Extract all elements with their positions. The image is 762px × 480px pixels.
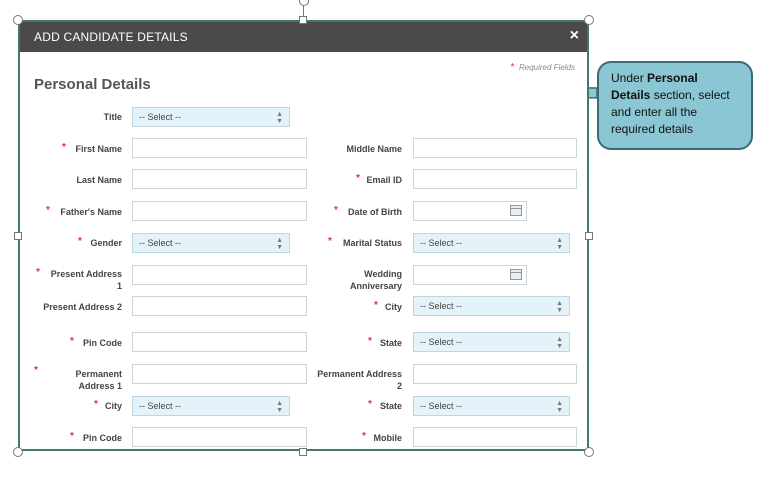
fathers-name-input[interactable] xyxy=(132,201,307,221)
required-marker: * xyxy=(94,399,98,410)
wedding-anniversary-label: Wedding Anniversary xyxy=(349,269,402,291)
first-name-label: * First Name xyxy=(62,142,122,154)
resize-handle-bottom[interactable] xyxy=(299,448,307,456)
required-marker: * xyxy=(368,336,372,347)
resize-handle-bottom-left[interactable] xyxy=(13,447,23,457)
resize-handle-top-left[interactable] xyxy=(13,15,23,25)
state2-label: * State xyxy=(368,399,402,411)
dob-label: * Date of Birth xyxy=(334,205,402,217)
rotate-handle[interactable] xyxy=(299,0,309,6)
required-marker: * xyxy=(36,267,40,278)
state1-select[interactable]: -- Select -- ▲ ▼ xyxy=(413,332,570,352)
present-address2-label: Present Address 2 xyxy=(43,302,122,312)
city2-select[interactable]: -- Select -- ▲ ▼ xyxy=(132,396,290,416)
required-marker: * xyxy=(34,365,38,376)
select-arrows-icon: ▲ ▼ xyxy=(556,400,563,414)
required-marker: * xyxy=(368,399,372,410)
select-arrows-icon: ▲ ▼ xyxy=(556,300,563,314)
instruction-callout: Under Personal Details section, select a… xyxy=(597,61,753,150)
close-icon[interactable]: × xyxy=(570,27,579,45)
present-address1-label: * Present Address 1 xyxy=(36,267,122,291)
required-marker: * xyxy=(62,142,66,153)
pin-code2-label: * Pin Code xyxy=(70,431,122,443)
resize-handle-right[interactable] xyxy=(585,232,593,240)
first-name-input[interactable] xyxy=(132,138,307,158)
last-name-input[interactable] xyxy=(132,169,307,189)
required-fields-text: Required Fields xyxy=(518,63,575,72)
state1-label: * State xyxy=(368,336,402,348)
wedding-anniversary-input[interactable] xyxy=(413,265,527,285)
email-input[interactable] xyxy=(413,169,577,189)
resize-handle-top-right[interactable] xyxy=(584,15,594,25)
email-label: * Email ID xyxy=(356,173,402,185)
title-select[interactable]: -- Select -- ▲ ▼ xyxy=(132,107,290,127)
resize-handle-bottom-right[interactable] xyxy=(584,447,594,457)
required-marker: * xyxy=(328,236,332,247)
state2-select[interactable]: -- Select -- ▲ ▼ xyxy=(413,396,570,416)
city1-select[interactable]: -- Select -- ▲ ▼ xyxy=(413,296,570,316)
permanent-address1-label: * Permanent Address 1 xyxy=(34,365,122,391)
city2-label: * City xyxy=(94,399,122,411)
select-arrows-icon: ▲ ▼ xyxy=(276,400,283,414)
section-title-personal-details: Personal Details xyxy=(34,76,151,93)
select-arrows-icon: ▲ ▼ xyxy=(556,336,563,350)
permanent-address2-input[interactable] xyxy=(413,364,577,384)
present-address2-input[interactable] xyxy=(132,296,307,316)
required-marker: * xyxy=(70,431,74,442)
present-address1-input[interactable] xyxy=(132,265,307,285)
resize-handle-top[interactable] xyxy=(299,16,307,24)
gender-label: * Gender xyxy=(78,236,122,248)
required-marker: * xyxy=(374,300,378,311)
mobile-input[interactable] xyxy=(413,427,577,447)
resize-handle-left[interactable] xyxy=(14,232,22,240)
gender-select[interactable]: -- Select -- ▲ ▼ xyxy=(132,233,290,253)
required-marker: * xyxy=(334,205,338,216)
dialog-title: ADD CANDIDATE DETAILS xyxy=(34,30,188,44)
marital-status-select[interactable]: -- Select -- ▲ ▼ xyxy=(413,233,570,253)
required-marker: * xyxy=(70,336,74,347)
pin-code2-input[interactable] xyxy=(132,427,307,447)
pin-code1-label: * Pin Code xyxy=(70,336,122,348)
select-arrows-icon: ▲ ▼ xyxy=(276,237,283,251)
mobile-label: * Mobile xyxy=(362,431,402,443)
title-label: Title xyxy=(103,112,122,122)
required-marker: * xyxy=(78,236,82,247)
last-name-label: Last Name xyxy=(76,175,122,185)
required-marker: * xyxy=(510,62,515,73)
middle-name-input[interactable] xyxy=(413,138,577,158)
required-marker: * xyxy=(356,173,360,184)
middle-name-label: Middle Name xyxy=(346,144,402,154)
required-marker: * xyxy=(362,431,366,442)
marital-status-label: * Marital Status xyxy=(328,236,402,248)
calendar-icon[interactable] xyxy=(510,205,522,216)
calendar-icon[interactable] xyxy=(510,269,522,280)
permanent-address2-label: Permanent Address 2 xyxy=(317,369,402,391)
pin-code1-input[interactable] xyxy=(132,332,307,352)
required-marker: * xyxy=(46,205,50,216)
dialog-titlebar: ADD CANDIDATE DETAILS × xyxy=(20,22,587,52)
dob-input[interactable] xyxy=(413,201,527,221)
fathers-name-label: * Father's Name xyxy=(46,205,122,217)
required-fields-note: * Required Fields xyxy=(511,62,575,73)
select-arrows-icon: ▲ ▼ xyxy=(276,111,283,125)
add-candidate-dialog: ADD CANDIDATE DETAILS × * Required Field… xyxy=(18,20,589,451)
select-arrows-icon: ▲ ▼ xyxy=(556,237,563,251)
city1-label: * City xyxy=(374,300,402,312)
permanent-address1-input[interactable] xyxy=(132,364,307,384)
